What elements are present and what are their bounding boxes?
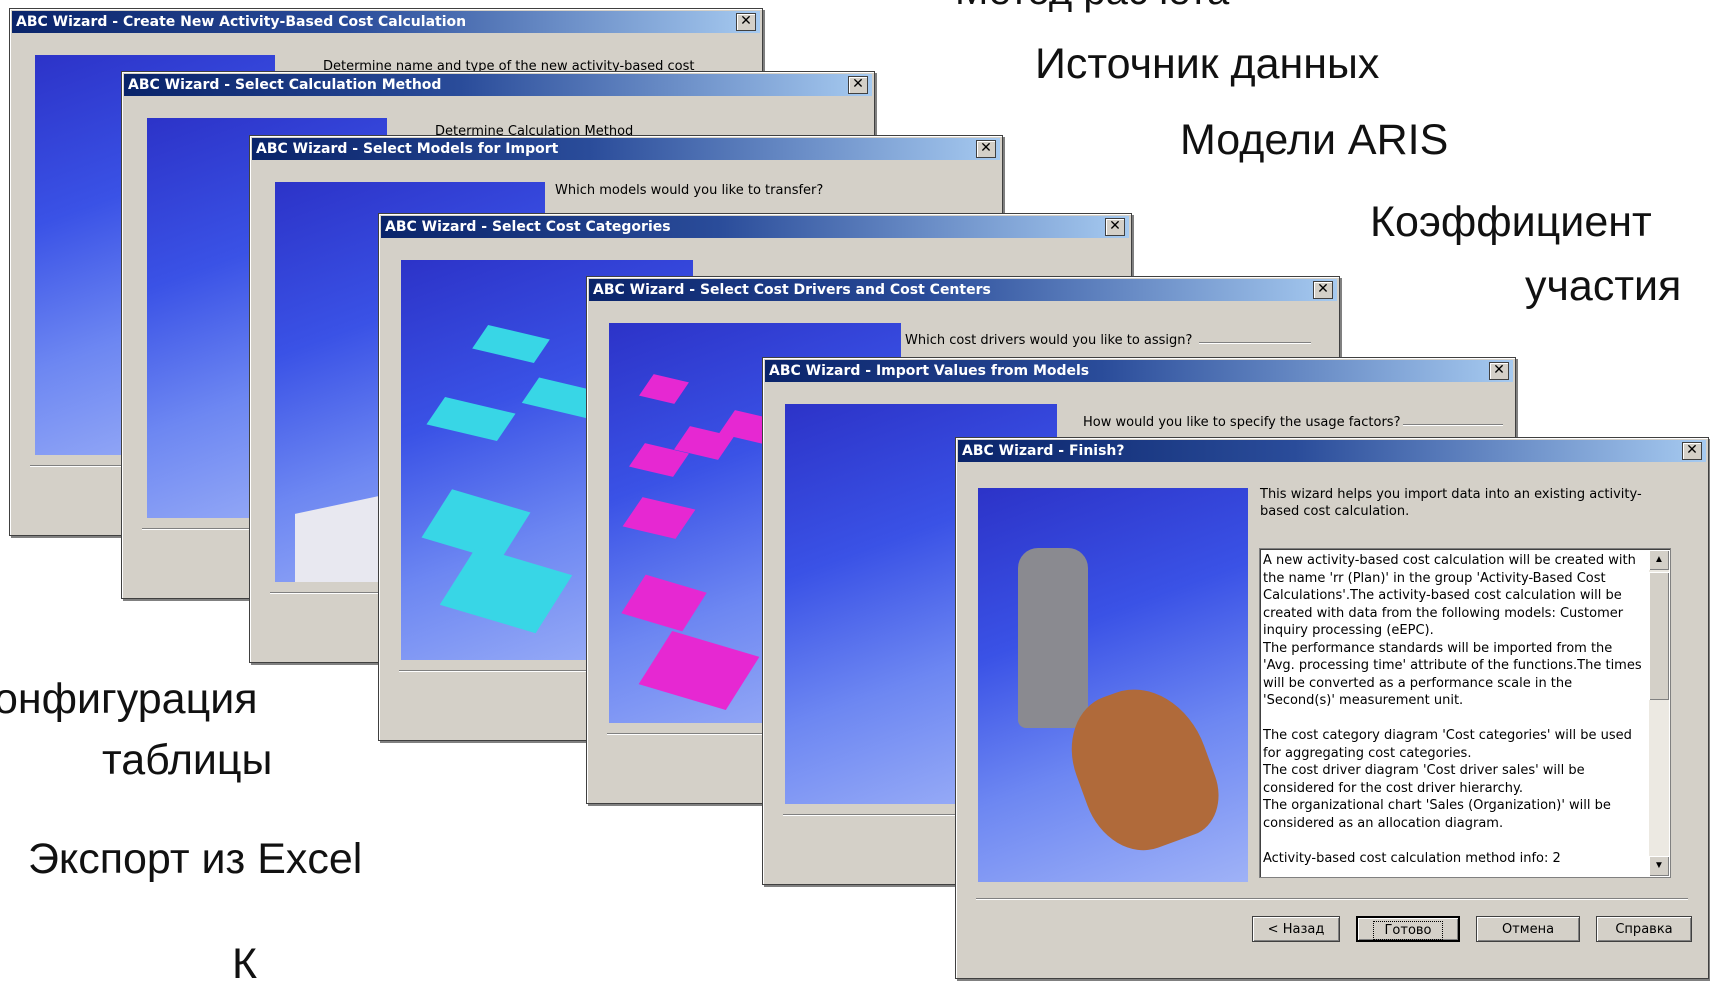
label-config-line1: онфигурация [0, 675, 258, 723]
close-icon[interactable]: ✕ [976, 140, 996, 158]
close-icon[interactable]: ✕ [736, 13, 756, 31]
summary-line: The cost driver diagram 'Cost driver sal… [1263, 763, 1585, 796]
wizard-prompt: How would you like to specify the usage … [1083, 415, 1401, 430]
separator [976, 898, 1688, 900]
label-config-line2: таблицы [102, 736, 273, 784]
group-box-line [1199, 342, 1311, 344]
cyan-block [426, 396, 516, 442]
back-button[interactable]: < Назад [1252, 916, 1340, 942]
magenta-block [638, 630, 760, 711]
title-bar: ABC Wizard - Import Values from Models [765, 360, 1513, 382]
cancel-button[interactable]: Отмена [1476, 916, 1580, 942]
summary-line: A new activity-based cost calculation wi… [1263, 553, 1636, 638]
revolver-shape [1018, 548, 1088, 728]
summary-line: The cost category diagram 'Cost categori… [1263, 728, 1632, 761]
summary-line: The organizational chart 'Sales (Organiz… [1263, 798, 1611, 831]
wizard-prompt: Which cost drivers would you like to ass… [905, 333, 1193, 348]
summary-text: A new activity-based cost calculation wi… [1263, 552, 1648, 867]
close-icon[interactable]: ✕ [1682, 442, 1702, 460]
scroll-up-icon[interactable]: ▲ [1649, 550, 1669, 570]
label-coefficient-line1: Коэффициент [1370, 198, 1652, 246]
label-bottom-cut: К [232, 940, 258, 988]
label-coefficient-line2: участия [1525, 262, 1682, 310]
label-data-source: Источник данных [1035, 40, 1380, 88]
close-icon[interactable]: ✕ [1489, 362, 1509, 380]
title-bar: ABC Wizard - Select Cost Drivers and Cos… [589, 279, 1337, 301]
title-bar: ABC Wizard - Create New Activity-Based C… [12, 11, 760, 33]
scroll-thumb[interactable] [1649, 572, 1669, 700]
scroll-down-icon[interactable]: ▼ [1649, 856, 1669, 876]
wizard-prompt: Which models would you like to transfer? [555, 183, 824, 198]
finish-button-label: Готово [1373, 921, 1443, 940]
title-bar: ABC Wizard - Select Cost Categories [381, 216, 1129, 238]
magenta-block [621, 574, 707, 632]
summary-textbox[interactable]: A new activity-based cost calculation wi… [1259, 548, 1671, 878]
cyan-block [439, 546, 573, 634]
finish-button[interactable]: Готово [1356, 916, 1460, 942]
cyan-block [472, 324, 550, 364]
wizard-illustration [978, 488, 1248, 882]
vertical-scrollbar[interactable]: ▲ ▼ [1649, 550, 1669, 876]
summary-line [1263, 832, 1648, 850]
label-calc-method-cut: Метод расчета [955, 0, 1229, 14]
label-aris-models: Модели ARIS [1180, 116, 1449, 164]
group-box-line [1403, 424, 1503, 426]
summary-line: Activity-based cost calculation method i… [1263, 850, 1561, 866]
wizard-window-finish: ABC Wizard - Finish? ✕ This wizard helps… [955, 437, 1709, 979]
title-bar: ABC Wizard - Select Models for Import [252, 138, 1000, 160]
summary-line [1263, 710, 1648, 728]
close-icon[interactable]: ✕ [1105, 218, 1125, 236]
wizard-intro: This wizard helps you import data into a… [1260, 487, 1642, 519]
title-bar: ABC Wizard - Finish? [958, 440, 1706, 462]
magenta-block [639, 374, 689, 404]
title-bar: ABC Wizard - Select Calculation Method [124, 74, 872, 96]
label-excel-export: Экспорт из Excel [28, 835, 363, 883]
close-icon[interactable]: ✕ [848, 76, 868, 94]
close-icon[interactable]: ✕ [1313, 281, 1333, 299]
summary-line: The performance standards will be import… [1263, 640, 1642, 709]
help-button[interactable]: Справка [1596, 916, 1692, 942]
magenta-block [622, 497, 696, 539]
